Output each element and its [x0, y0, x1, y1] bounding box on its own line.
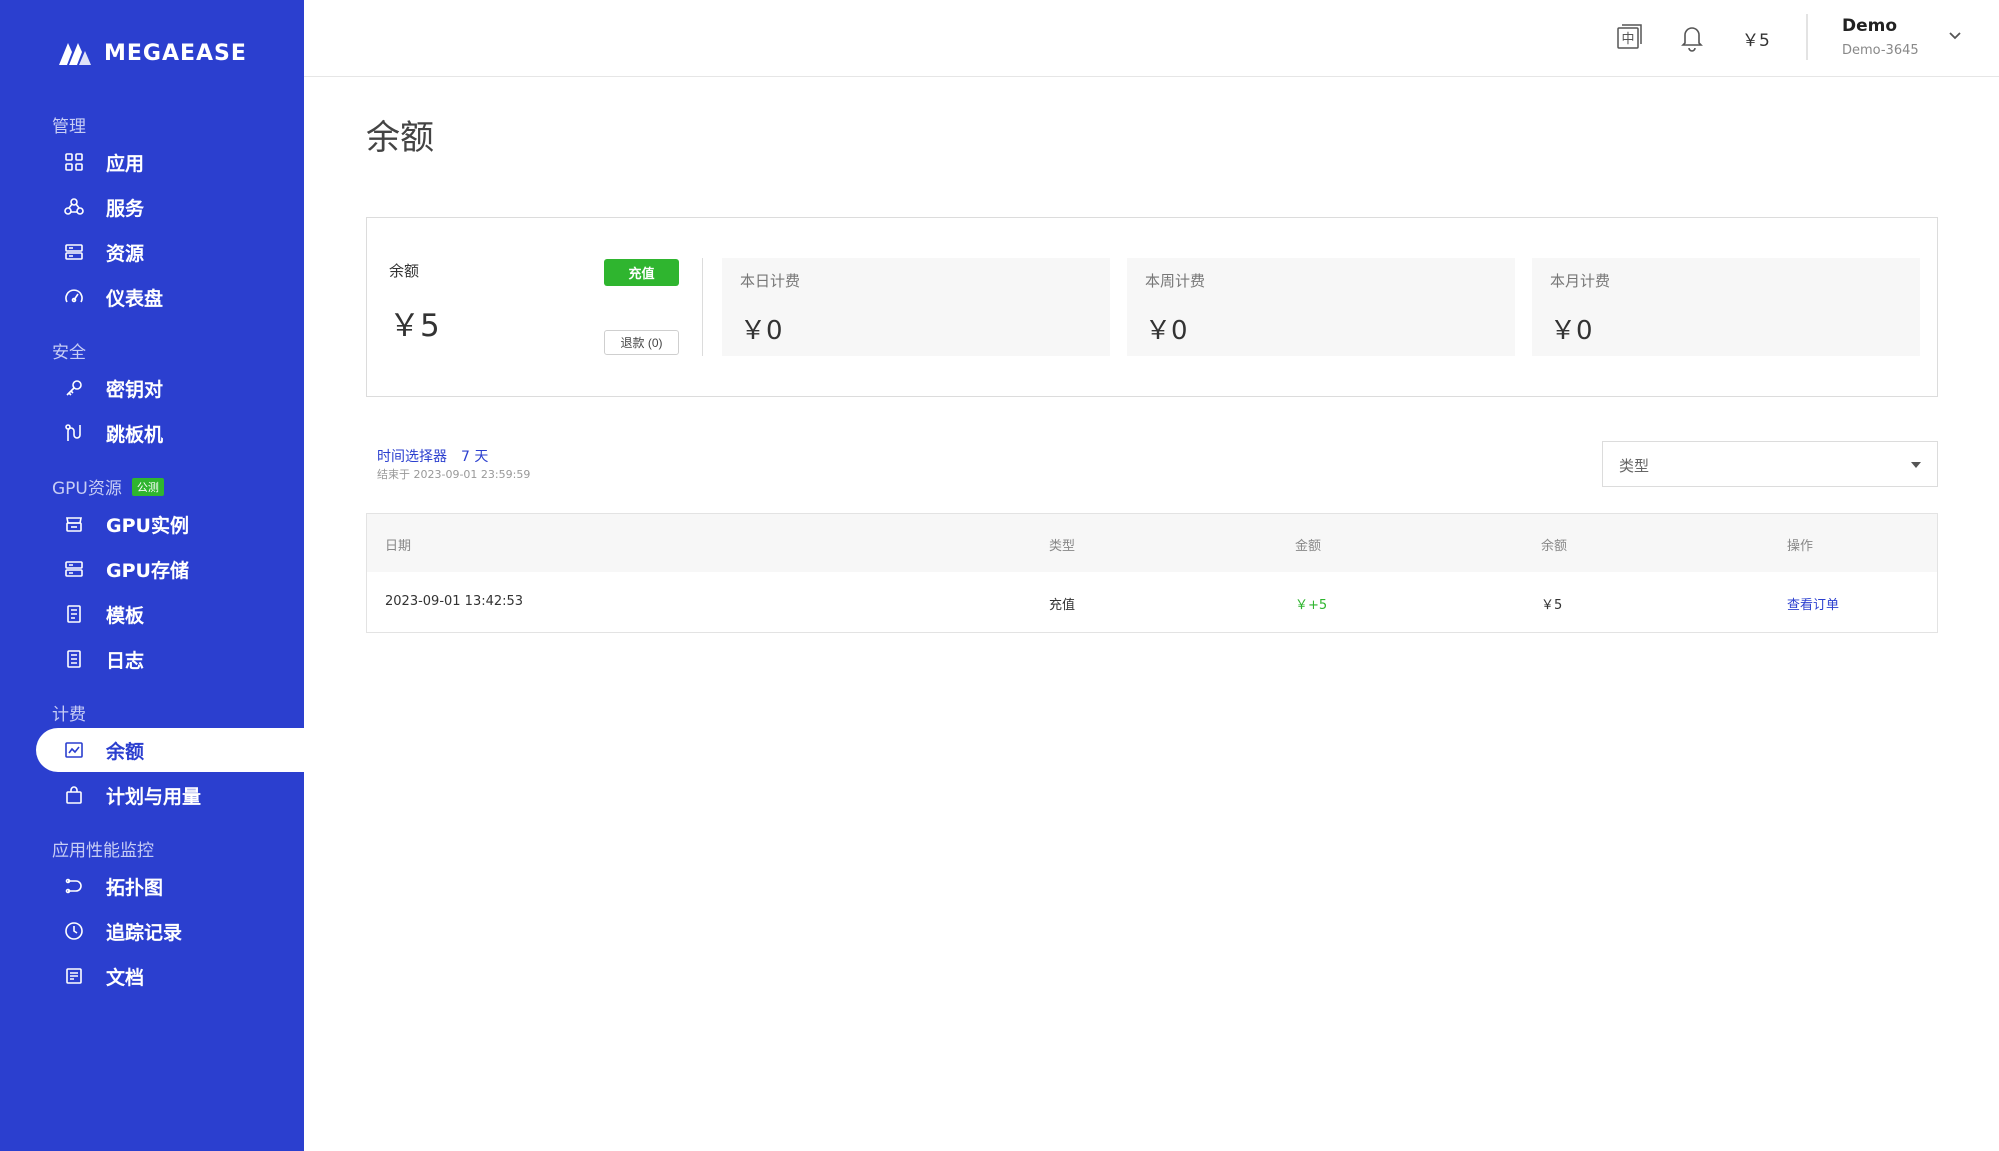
sidebar-item-traces[interactable]: 追踪记录	[36, 909, 304, 953]
sidebar-item-plans-usage[interactable]: 计划与用量	[36, 773, 304, 817]
sidebar-item-label: 应用	[106, 152, 145, 175]
sidebar-item-label: 服务	[106, 197, 145, 220]
stat-daily: 本日计费 ￥0	[722, 258, 1110, 356]
chevron-down-icon[interactable]	[1944, 24, 1966, 46]
log-icon	[64, 649, 84, 669]
sidebar-item-label: 仪表盘	[106, 287, 164, 310]
bell-icon[interactable]	[1677, 22, 1707, 52]
storage-icon	[64, 559, 84, 579]
brand-logo[interactable]: MEGAEASE	[58, 40, 247, 66]
sidebar-item-label: 余额	[106, 740, 145, 763]
beta-badge: 公测	[131, 477, 164, 496]
document-icon	[64, 966, 84, 986]
cell-amount: ￥+5	[1295, 598, 1328, 613]
transactions-table: 日期 类型 金额 余额 操作 2023-09-01 13:42:53 充值 ￥+…	[366, 513, 1938, 633]
sidebar-item-label: 追踪记录	[106, 921, 183, 944]
stat-label: 本日计费	[740, 272, 801, 290]
sidebar-item-label: 拓扑图	[106, 876, 164, 899]
stat-weekly: 本周计费 ￥0	[1127, 258, 1515, 356]
language-zh-icon[interactable]: 中	[1614, 22, 1644, 52]
section-title-apm: 应用性能监控	[52, 841, 154, 861]
type-select-placeholder: 类型	[1619, 457, 1650, 475]
header-balance: ￥5	[1742, 31, 1770, 51]
sidebar-item-label: 密钥对	[106, 378, 164, 401]
column-header-balance: 余额	[1541, 539, 1568, 554]
sidebar-item-label: GPU实例	[106, 514, 189, 537]
sidebar-item-label: 模板	[106, 604, 145, 627]
sidebar-item-balance[interactable]: 余额	[36, 728, 304, 772]
sidebar-item-gpu-instances[interactable]: GPU实例	[36, 502, 304, 546]
column-header-action: 操作	[1787, 539, 1814, 554]
sidebar-item-apps[interactable]: 应用	[36, 140, 304, 184]
cell-type: 充值	[1049, 598, 1076, 613]
sidebar-item-templates[interactable]: 模板	[36, 592, 304, 636]
page-title: 余额	[366, 118, 434, 158]
column-header-type: 类型	[1049, 539, 1076, 554]
sidebar-item-resources[interactable]: 资源	[36, 230, 304, 274]
sidebar-item-label: 资源	[106, 242, 145, 265]
brand-name: MEGAEASE	[104, 40, 247, 66]
sidebar-item-label: GPU存储	[106, 559, 189, 582]
sidebar-item-label: 跳板机	[106, 423, 164, 446]
stat-label: 本周计费	[1145, 272, 1206, 290]
balance-label: 余额	[389, 262, 420, 280]
sidebar-item-label: 日志	[106, 649, 145, 672]
cell-date: 2023-09-01 13:42:53	[385, 594, 524, 609]
time-range-value[interactable]: 7 天	[461, 446, 488, 466]
gpu-instance-icon	[64, 514, 84, 534]
sidebar: MEGAEASE 管理 应用 服务 资源 仪表盘 安全 密钥对 跳板机 GPU资…	[0, 0, 304, 1151]
recharge-button[interactable]: 充值	[604, 259, 679, 286]
stat-value: ￥0	[740, 316, 783, 346]
user-account-id: Demo-3645	[1842, 43, 1919, 58]
chart-icon	[64, 740, 84, 760]
section-title-security: 安全	[52, 343, 86, 363]
section-title-manage: 管理	[52, 117, 86, 137]
column-header-amount: 金额	[1295, 539, 1322, 554]
gauge-icon	[64, 287, 84, 307]
user-name[interactable]: Demo	[1842, 16, 1897, 36]
card-divider	[702, 258, 703, 356]
bag-icon	[64, 785, 84, 805]
refund-button[interactable]: 退款 (0)	[604, 330, 679, 355]
header-divider	[1806, 14, 1808, 60]
stat-monthly: 本月计费 ￥0	[1532, 258, 1920, 356]
server-icon	[64, 242, 84, 262]
apps-grid-icon	[64, 152, 84, 172]
sidebar-item-gpu-storage[interactable]: GPU存储	[36, 547, 304, 591]
sidebar-item-services[interactable]: 服务	[36, 185, 304, 229]
key-icon	[64, 378, 84, 398]
stat-label: 本月计费	[1550, 272, 1611, 290]
sidebar-item-docs[interactable]: 文档	[36, 954, 304, 998]
sidebar-item-logs[interactable]: 日志	[36, 637, 304, 681]
sidebar-item-label: 文档	[106, 966, 145, 989]
sidebar-item-label: 计划与用量	[106, 785, 202, 808]
sidebar-item-topology[interactable]: 拓扑图	[36, 864, 304, 908]
sidebar-item-keypairs[interactable]: 密钥对	[36, 366, 304, 410]
stat-value: ￥0	[1550, 316, 1593, 346]
time-range-end: 结束于 2023-09-01 23:59:59	[377, 468, 531, 481]
section-title-gpu: GPU资源 公测	[52, 474, 164, 499]
column-header-date: 日期	[385, 539, 412, 554]
caret-down-icon	[1911, 462, 1921, 468]
services-icon	[64, 197, 84, 217]
type-select[interactable]: 类型	[1602, 441, 1938, 487]
balance-value: ￥5	[389, 308, 440, 344]
section-title-billing: 计费	[52, 705, 86, 725]
top-header: 中 ￥5 Demo Demo-3645	[304, 0, 1999, 77]
view-order-link[interactable]: 查看订单	[1787, 594, 1839, 613]
sidebar-item-dashboard[interactable]: 仪表盘	[36, 275, 304, 319]
table-header: 日期 类型 金额 余额 操作	[367, 514, 1937, 572]
stat-value: ￥0	[1145, 316, 1188, 346]
template-icon	[64, 604, 84, 624]
time-picker-link[interactable]: 时间选择器	[377, 446, 447, 466]
clock-icon	[64, 921, 84, 941]
balance-card: 余额 ￥5 充值 退款 (0) 本日计费 ￥0 本周计费 ￥0 本月计费 ￥0	[366, 217, 1938, 397]
topology-icon	[64, 876, 84, 896]
cell-balance: ￥5	[1541, 598, 1563, 613]
megaease-logo-icon	[59, 43, 91, 65]
sidebar-item-jumphost[interactable]: 跳板机	[36, 411, 304, 455]
svg-text:中: 中	[1621, 32, 1634, 47]
jump-host-icon	[64, 423, 84, 443]
